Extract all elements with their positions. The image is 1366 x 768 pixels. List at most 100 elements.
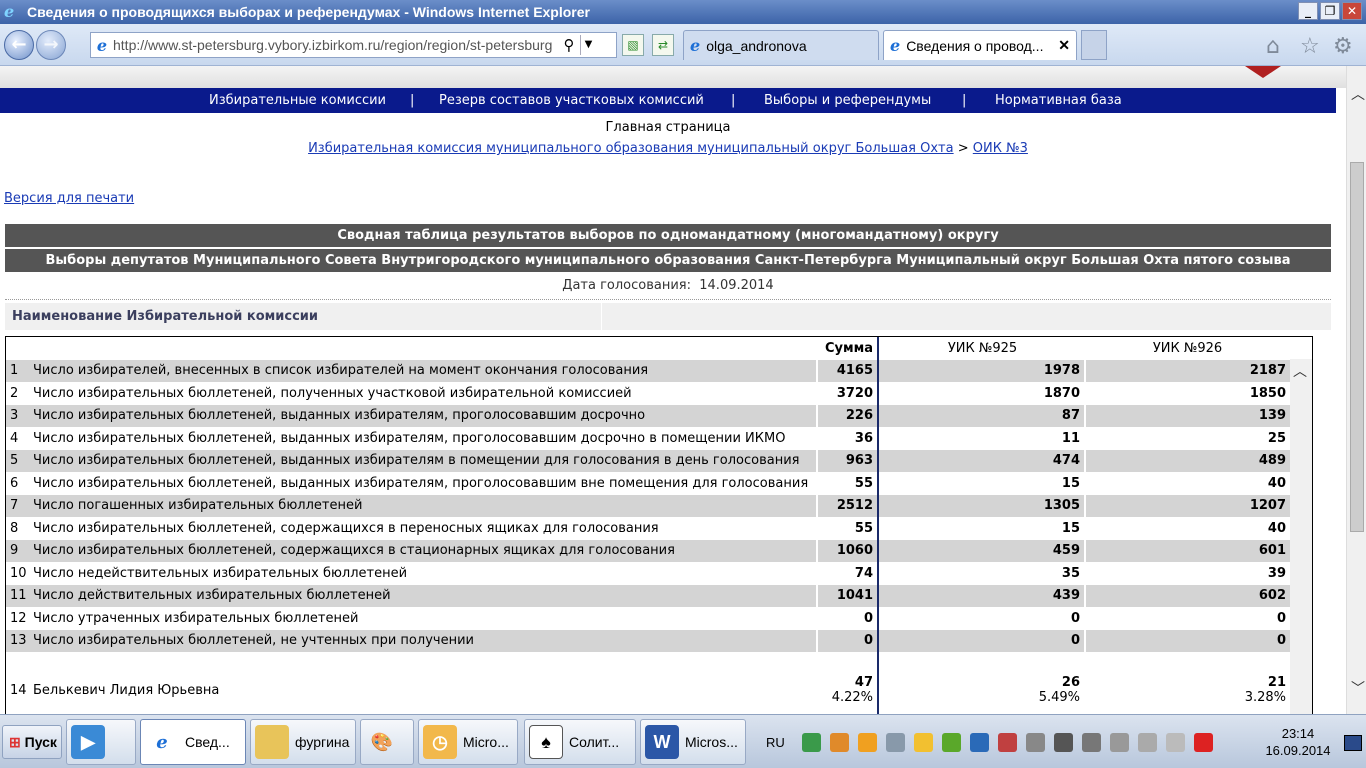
address-dropdown-icon[interactable]: ▼ [580, 35, 596, 55]
close-button[interactable]: ✕ [1342, 2, 1362, 20]
taskbar-word[interactable]: W Micros... [640, 719, 746, 765]
taskbar-label: Солит... [569, 734, 620, 750]
restore-button[interactable]: ❐ [1320, 2, 1340, 20]
forward-button[interactable]: → [36, 30, 66, 60]
row-uik926: 0 [1086, 630, 1290, 652]
taskbar-label: фургина [295, 734, 350, 750]
table-scrollbar[interactable]: ︿ [1290, 359, 1312, 714]
scroll-up-icon[interactable]: ︿ [1351, 84, 1365, 104]
row-uik926: 601 [1086, 540, 1290, 562]
favorites-icon[interactable]: ☆ [1300, 34, 1320, 59]
device-icon[interactable] [886, 733, 905, 752]
show-desktop-icon[interactable] [1344, 735, 1362, 751]
new-tab-button[interactable] [1081, 30, 1107, 60]
row-uik925: 439 [879, 585, 1084, 607]
tab-close-icon[interactable]: ✕ [1058, 37, 1070, 54]
row-uik926: 602 [1086, 585, 1290, 607]
candidate-name: Белькевич Лидия Юрьевна [33, 683, 220, 698]
taskbar-ie[interactable]: e Свед... [140, 719, 246, 765]
row-label: Число погашенных избирательных бюллетене… [30, 495, 816, 517]
taskbar-label: Micro... [463, 734, 509, 750]
row-uik925: 0 [879, 630, 1084, 652]
word-icon: W [645, 725, 679, 759]
breadcrumb-commission-link[interactable]: Избирательная комиссия муниципального об… [308, 141, 954, 156]
taskbar-paint[interactable]: 🎨 [360, 719, 414, 765]
window-titlebar: e Сведения о проводящихся выборах и рефе… [0, 0, 1366, 24]
row-sum: 2512 [818, 495, 877, 517]
compatibility-icon[interactable]: ▧ [622, 34, 644, 56]
row-label: Число недействительных избирательных бюл… [33, 565, 408, 581]
main-page-link[interactable]: Главная страница [0, 120, 1336, 135]
language-indicator[interactable]: RU [766, 735, 785, 750]
row-number: 13 [6, 630, 30, 652]
row-number: 3 [6, 405, 30, 427]
network-icon[interactable] [802, 733, 821, 752]
start-button[interactable]: ⊞ Пуск [2, 725, 62, 759]
row-number: 6 [10, 475, 19, 491]
notes-icon[interactable] [914, 733, 933, 752]
row-uik926: 25 [1267, 430, 1286, 446]
minimize-button[interactable]: _ [1298, 2, 1318, 20]
column-uik925: УИК №925 [947, 341, 1018, 356]
signal-icon[interactable] [1138, 733, 1157, 752]
address-bar[interactable]: e http://www.st-petersburg.vybory.izbirk… [90, 32, 617, 58]
candidate-sum-pct: 4.22% [831, 690, 873, 705]
gear-icon[interactable]: ⚙ [1333, 34, 1353, 59]
taskbar-office[interactable]: ◷ Micro... [418, 719, 518, 765]
breadcrumb: Избирательная комиссия муниципального об… [0, 141, 1336, 156]
speaker-icon[interactable] [998, 733, 1017, 752]
row-number: 7 [6, 495, 30, 517]
back-button[interactable]: ← [4, 30, 34, 60]
nvidia-icon[interactable] [942, 733, 961, 752]
menu-separator: | [410, 93, 415, 108]
monitor-icon[interactable] [1054, 733, 1073, 752]
search-icon[interactable]: ⚲ [558, 36, 580, 54]
chevron-up-icon[interactable]: ︿ [1293, 361, 1307, 381]
row-sum: 963 [818, 450, 877, 472]
scrollbar-thumb[interactable] [1350, 162, 1364, 532]
menu-commissions[interactable]: Избирательные комиссии [209, 93, 386, 108]
clock[interactable]: 23:14 16.09.2014 [1253, 725, 1343, 759]
commission-header: Наименование Избирательной комиссии [5, 303, 1331, 330]
print-version-link[interactable]: Версия для печати [4, 191, 134, 206]
page-scrollbar[interactable]: ︿ ﹀ [1346, 66, 1366, 714]
menu-separator: | [962, 93, 967, 108]
clock-app-icon[interactable] [858, 733, 877, 752]
tab-olga[interactable]: e olga_andronova [683, 30, 879, 60]
table-header: Сумма УИК №925 УИК №926 [6, 337, 1312, 359]
menu-reserve[interactable]: Резерв составов участковых комиссий [439, 93, 704, 108]
taskbar-media[interactable]: ▶ [66, 719, 136, 765]
row-uik925: 15 [1061, 475, 1080, 491]
antivirus-icon[interactable] [1194, 733, 1213, 752]
usb-icon[interactable] [1110, 733, 1129, 752]
update-icon[interactable] [830, 733, 849, 752]
web-page: Избирательные комиссии | Резерв составов… [0, 66, 1346, 714]
flag-tray-icon[interactable] [1082, 733, 1101, 752]
menu-legal[interactable]: Нормативная база [995, 93, 1122, 108]
url-text[interactable]: http://www.st-petersburg.vybory.izbirkom… [113, 37, 558, 53]
row-label: Число избирательных бюллетеней, выданных… [33, 475, 809, 491]
row-uik925: 87 [879, 405, 1084, 427]
bluetooth-icon[interactable] [970, 733, 989, 752]
vote-date: Дата голосования: 14.09.2014 [5, 278, 1331, 293]
breadcrumb-oik-link[interactable]: ОИК №3 [973, 141, 1028, 156]
refresh-icon[interactable]: ⇄ [652, 34, 674, 56]
row-label: Число избирательных бюллетеней, выданных… [33, 430, 786, 446]
page-icon: e [96, 35, 108, 55]
row-uik925: 35 [1061, 565, 1080, 581]
row-sum: 0 [818, 630, 877, 652]
menu-elections[interactable]: Выборы и референдумы [764, 93, 931, 108]
taskbar-folder[interactable]: фургина [250, 719, 356, 765]
divider [601, 303, 602, 330]
row-uik925: 459 [879, 540, 1084, 562]
taskbar-solitaire[interactable]: ♠ Солит... [524, 719, 636, 765]
row-number: 9 [6, 540, 30, 562]
home-icon[interactable]: ⌂ [1266, 34, 1280, 59]
printer-icon[interactable] [1026, 733, 1045, 752]
tab-elections[interactable]: e Сведения о провод... ✕ [883, 30, 1077, 60]
results-table: Сумма УИК №925 УИК №926 1 Число избирател… [5, 336, 1313, 714]
candidate-uik925-pct: 5.49% [1038, 690, 1080, 705]
scroll-down-icon[interactable]: ﹀ [1351, 678, 1365, 698]
table-row: 8 Число избирательных бюллетеней, содержа… [6, 518, 1290, 540]
volume-icon[interactable] [1166, 733, 1185, 752]
